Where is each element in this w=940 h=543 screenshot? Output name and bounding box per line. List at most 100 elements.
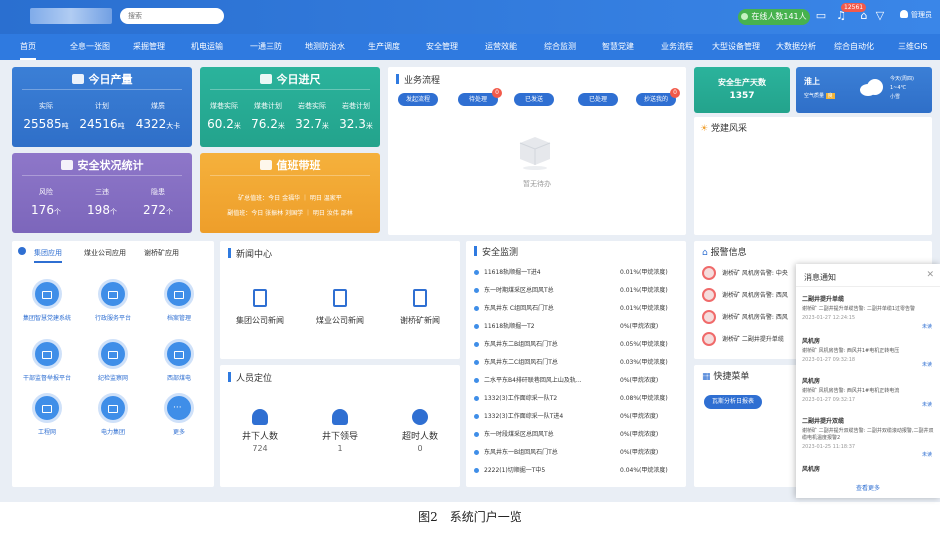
app-party-system[interactable]: 集团智慧党建系统 — [12, 279, 82, 322]
tab-company-apps[interactable]: 煤业公司应用 — [84, 248, 126, 261]
processed-button[interactable]: 已处理 — [578, 93, 618, 106]
monitor-row[interactable]: 东一时期煤采区总回风T总 0.01%(甲烷浓度) — [474, 285, 684, 297]
monitor-row[interactable]: 东风井东二C组回风石门T总 0.03%(甲烷浓度) — [474, 357, 684, 369]
app-engineering[interactable]: 工程网 — [12, 393, 82, 436]
stat-label: 实际 — [39, 102, 53, 110]
nav-workflow[interactable]: 业务流程 — [661, 34, 693, 60]
alarm-clock-icon — [412, 409, 428, 425]
nav-bigdata[interactable]: 大数据分析 — [776, 34, 816, 60]
close-icon[interactable]: ✕ — [926, 270, 934, 280]
gas-report-button[interactable]: 瓦斯分析日报表 — [704, 395, 762, 409]
shirt-icon[interactable]: ▽ — [874, 10, 886, 22]
nav-geology[interactable]: 地测防治水 — [305, 34, 345, 60]
monitor-row[interactable]: 11618轨顺掘一T2 0%(甲烷浓度) — [474, 321, 684, 333]
nav-mining[interactable]: 采掘管理 — [133, 34, 165, 60]
duty-title: 值班带班 — [200, 157, 380, 173]
empty-box-icon — [519, 137, 551, 170]
alarm-item[interactable]: 谢桥矿 风机房告警: 西风 — [702, 287, 792, 303]
briefcase-icon — [32, 279, 62, 309]
unread-label: 未读 — [921, 402, 932, 408]
nav-automation[interactable]: 综合自动化 — [834, 34, 874, 60]
notification-item-title: 二副井提升双缆 — [802, 418, 845, 425]
tab-mine-apps[interactable]: 谢桥矿应用 — [144, 248, 179, 261]
home-icon: ⌂ — [702, 248, 708, 258]
app-discipline[interactable]: 纪检监察网 — [78, 339, 148, 382]
nav-electromech[interactable]: 机电运输 — [191, 34, 223, 60]
chart-icon — [71, 74, 84, 84]
notification-item[interactable]: 风机房 — [802, 464, 934, 476]
monitor-row[interactable]: 2222(1)切顺掘一T中5 0.04%(甲烷浓度) — [474, 465, 684, 477]
search-input[interactable] — [120, 8, 224, 24]
notification-item[interactable]: 二副井提升单缆 谢桥矿 二副井提升单缆告警: 二副井单缆1过零告警 2023-01-… — [802, 294, 934, 330]
news-group[interactable]: 集团公司新闻 — [220, 289, 300, 326]
status-dot — [474, 360, 479, 365]
news-title-text: 新闻中心 — [236, 250, 273, 260]
stat-value: 272 — [143, 203, 166, 217]
app-more[interactable]: ··· 更多 — [144, 393, 214, 436]
monitor-row[interactable]: 11618轨顺掘一T进4 0.01%(甲烷浓度) — [474, 267, 684, 279]
news-company[interactable]: 煤业公司新闻 — [300, 289, 380, 326]
monitor-row[interactable]: 1332(3)工作面综采一队T2 0.08%(甲烷浓度) — [474, 393, 684, 405]
button-label: 已发送 — [524, 96, 543, 103]
pending-button[interactable]: 待处理 0 — [458, 88, 502, 106]
progress-stat: 岩巷实际 32.7米 — [290, 101, 334, 131]
nav-party[interactable]: 智慧党建 — [602, 34, 634, 60]
tab-group-apps[interactable]: 集团应用 — [34, 248, 62, 263]
notification-item[interactable]: 风机房 谢桥矿 风机房告警: 西风井1#电机正转电流 2023-01-27 09:3… — [802, 376, 934, 408]
status-dot — [474, 324, 479, 329]
weather-forecast: 今天(周四) 1~4℃ 小雪 — [890, 75, 914, 102]
alarm-item[interactable]: 谢桥矿 风机房告警: 中央 — [702, 265, 792, 281]
stat-label: 计划 — [95, 102, 109, 110]
app-admin-service[interactable]: 行政服务平台 — [78, 279, 148, 322]
nav-home[interactable]: 首页 — [20, 34, 36, 60]
app-western-power[interactable]: 西部煤电 — [144, 339, 214, 382]
view-all-link[interactable]: 查看更多 — [796, 483, 940, 492]
overtime-count[interactable]: 超时人数 0 — [390, 409, 450, 453]
monitor-row[interactable]: 东一时段煤采区总回风T总 0%(甲烷浓度) — [474, 429, 684, 441]
monitor-icon[interactable]: ▭ — [815, 10, 827, 22]
alarm-item[interactable]: 谢桥矿 二副井提升单缆 — [702, 331, 792, 347]
app-archives[interactable]: 档案管理 — [144, 279, 214, 322]
news-mine[interactable]: 谢桥矿新闻 — [380, 289, 460, 326]
underground-leaders[interactable]: 井下领导 1 — [310, 409, 370, 453]
stat-unit: 吨 — [61, 122, 69, 130]
underground-count[interactable]: 井下人数 724 — [230, 409, 290, 453]
monitor-row[interactable]: 东风井东二B组回风石门T总 0.05%(甲烷浓度) — [474, 339, 684, 351]
notification-item-time: 2023-01-25 11:18:37 — [802, 444, 856, 450]
duty-card: 值班带班 矿总值班：今日 金福华 ｜ 明日 温家平 副值班：今日 张振林 刘国学… — [200, 153, 380, 233]
notification-item[interactable]: 二副井提升双缆 谢桥矿 二副井提升双缆告警: 二副井双缆滚动报警,二副井双缆电机温… — [802, 416, 934, 458]
sensor-value: 0%(甲烷浓度) — [620, 323, 659, 330]
nav-monitoring[interactable]: 综合监测 — [544, 34, 576, 60]
divider — [796, 286, 940, 287]
notification-item[interactable]: 风机房 谢桥矿 风机房告警: 西风井1#电机正转电压 2023-01-27 09:3… — [802, 336, 934, 368]
alarm-text: 谢桥矿 风机房告警: 中央 — [722, 270, 788, 277]
cc-me-button[interactable]: 抄送我的 0 — [636, 88, 680, 106]
monitor-row[interactable]: 1332(3)工作面综采一队T进4 0%(甲烷浓度) — [474, 411, 684, 423]
lock-icon[interactable]: ⌂ — [858, 10, 870, 22]
production-quality: 煤质 4322大卡 — [130, 101, 186, 131]
nav-safety[interactable]: 安全管理 — [426, 34, 458, 60]
nav-ventilation[interactable]: 一通三防 — [250, 34, 282, 60]
monitor-row[interactable]: 东风井东一B组回风石门T总 0%(甲烷浓度) — [474, 447, 684, 459]
safety-days-value: 1357 — [729, 91, 755, 101]
nav-3d-gis[interactable]: 三维GIS — [898, 34, 928, 60]
start-workflow-button[interactable]: 发起流程 — [398, 93, 438, 106]
app-label: 纪检监察网 — [97, 375, 128, 382]
monitor-row[interactable]: 二水平东B4排矸联巷回风上山及轨... 0%(甲烷浓度) — [474, 375, 684, 387]
alarm-icon — [702, 332, 716, 346]
user-menu[interactable]: 管理员 — [900, 10, 932, 20]
nav-dispatch[interactable]: 生产调度 — [368, 34, 400, 60]
weather-card: 淮上 空气质量 良 今天(周四) 1~4℃ 小雪 — [796, 67, 932, 113]
monitor-row[interactable]: 东风井东 C组回风石门T总 0.01%(甲烷浓度) — [474, 303, 684, 315]
sent-button[interactable]: 已发送 — [514, 93, 554, 106]
nav-equipment[interactable]: 大型设备管理 — [712, 34, 760, 60]
app-supervision-report[interactable]: 干部监督举报平台 — [12, 339, 82, 382]
alarm-item[interactable]: 谢桥矿 风机房告警: 西风 — [702, 309, 792, 325]
personnel-title-text: 人员定位 — [236, 374, 273, 384]
nav-overview-map[interactable]: 全息一张图 — [70, 34, 110, 60]
nav-efficiency[interactable]: 运营效能 — [485, 34, 517, 60]
workflow-panel: 业务流程 发起流程 待处理 0 已发送 已处理 抄送我的 0 暂无待办 — [388, 67, 686, 235]
app-power-group[interactable]: 电力集团 — [78, 393, 148, 436]
main-nav: 首页 全息一张图 采掘管理 机电运输 一通三防 地测防治水 生产调度 安全管理 … — [0, 34, 940, 60]
stat-label: 风险 — [39, 188, 53, 196]
